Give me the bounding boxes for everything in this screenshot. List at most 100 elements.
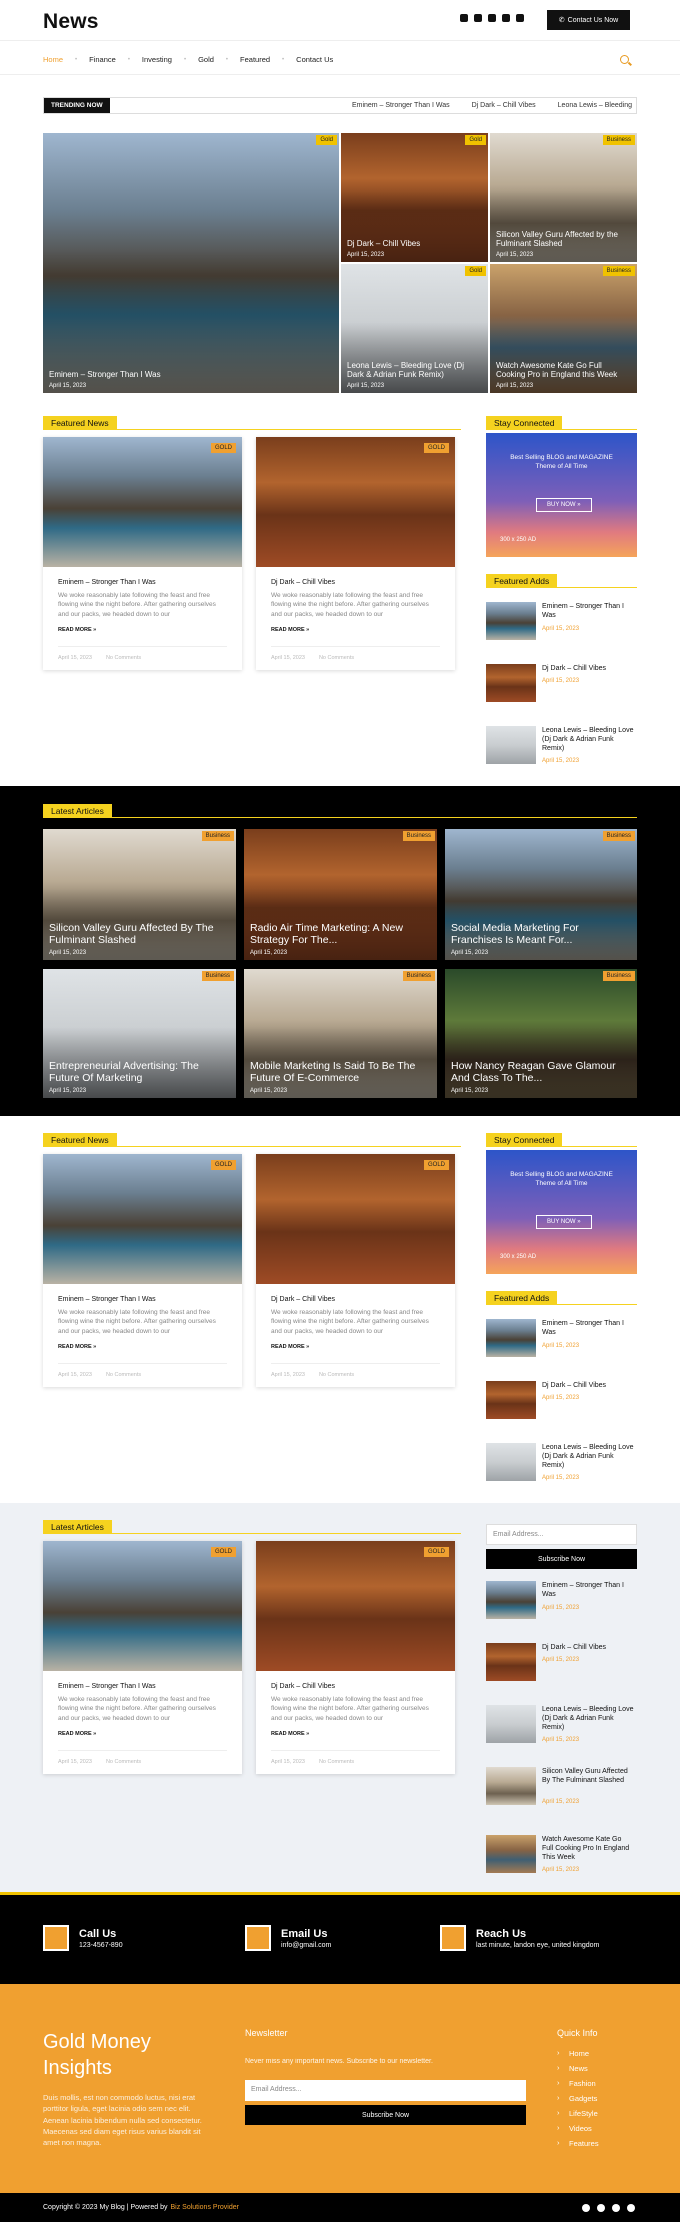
sidebar-post[interactable]: Silicon Valley Guru Affected By The Fulm…: [486, 1767, 637, 1811]
category-badge[interactable]: GOLD: [210, 1160, 236, 1170]
footer-link[interactable]: LifeStyle: [557, 2108, 599, 2118]
sidebar-post[interactable]: Leona Lewis – Bleeding Love (Dj Dark & A…: [486, 1443, 637, 1487]
read-more-link[interactable]: READ MORE »: [58, 1344, 96, 1350]
read-more-link[interactable]: READ MORE »: [271, 1731, 309, 1737]
category-badge[interactable]: Business: [201, 971, 234, 981]
category-badge[interactable]: Gold: [465, 266, 486, 276]
footer-link[interactable]: Gadgets: [557, 2093, 599, 2103]
post-title[interactable]: Watch Awesome Kate Go Full Cooking Pro I…: [542, 1835, 634, 1862]
nav-finance[interactable]: Finance: [89, 55, 116, 64]
tile-title[interactable]: Entrepreneurial Advertising: The Future …: [49, 1060, 230, 1084]
sidebar-post[interactable]: Eminem – Stronger Than I Was April 15, 20…: [486, 1319, 637, 1363]
hero-title[interactable]: Leona Lewis – Bleeding Love (Dj Dark & A…: [347, 361, 482, 379]
post-title[interactable]: Leona Lewis – Bleeding Love (Dj Dark & A…: [542, 1705, 634, 1732]
category-badge[interactable]: Business: [402, 831, 435, 841]
post-title[interactable]: Leona Lewis – Bleeding Love (Dj Dark & A…: [542, 726, 634, 753]
newsletter-subscribe-button[interactable]: Subscribe Now: [245, 2105, 526, 2125]
card-image[interactable]: [256, 1154, 455, 1284]
article-tile[interactable]: Business Radio Air Time Marketing: A New …: [244, 829, 437, 960]
card-title[interactable]: Eminem – Stronger Than I Was: [58, 1683, 156, 1690]
tile-title[interactable]: Social Media Marketing For Franchises Is…: [451, 922, 631, 946]
nav-investing[interactable]: Investing: [142, 55, 172, 64]
contact-value[interactable]: info@gmail.com: [281, 1942, 331, 1949]
youtube-icon[interactable]: [516, 14, 524, 22]
card-image[interactable]: [256, 437, 455, 567]
facebook-icon[interactable]: [582, 2204, 590, 2212]
trending-item[interactable]: Leona Lewis – Bleeding: [558, 102, 632, 109]
sidebar-post[interactable]: Watch Awesome Kate Go Full Cooking Pro I…: [486, 1835, 637, 1879]
ad-banner[interactable]: Best Selling BLOG and MAGAZINE Theme of A…: [486, 433, 637, 557]
copyright-link[interactable]: Biz Solutions Provider: [170, 2204, 238, 2211]
trending-item[interactable]: Dj Dark – Chill Vibes: [472, 102, 536, 109]
article-card[interactable]: GOLD Dj Dark – Chill Vibes We woke reaso…: [256, 1541, 455, 1774]
ad-banner[interactable]: Best Selling BLOG and MAGAZINE Theme of A…: [486, 1150, 637, 1274]
hero-title[interactable]: Silicon Valley Guru Affected by the Fulm…: [496, 230, 631, 248]
youtube-icon[interactable]: [627, 2204, 635, 2212]
category-badge[interactable]: Gold: [465, 135, 486, 145]
nav-gold[interactable]: Gold: [198, 55, 214, 64]
category-badge[interactable]: Business: [602, 831, 635, 841]
footer-link[interactable]: Fashion: [557, 2078, 599, 2088]
card-image[interactable]: [43, 1154, 242, 1284]
search-icon[interactable]: [620, 55, 629, 64]
read-more-link[interactable]: READ MORE »: [58, 627, 96, 633]
tile-title[interactable]: Silicon Valley Guru Affected By The Fulm…: [49, 922, 230, 946]
card-title[interactable]: Dj Dark – Chill Vibes: [271, 1683, 335, 1690]
category-badge[interactable]: Business: [201, 831, 234, 841]
sidebar-post[interactable]: Leona Lewis – Bleeding Love (Dj Dark & A…: [486, 726, 637, 770]
sidebar-post[interactable]: Dj Dark – Chill Vibes April 15, 2023: [486, 664, 637, 708]
hero-title[interactable]: Watch Awesome Kate Go Full Cooking Pro i…: [496, 361, 631, 379]
instagram-icon[interactable]: [474, 14, 482, 22]
nav-featured[interactable]: Featured: [240, 55, 270, 64]
card-comments[interactable]: No Comments: [106, 1759, 141, 1765]
category-badge[interactable]: Business: [602, 266, 635, 276]
sidebar-post[interactable]: Dj Dark – Chill Vibes April 15, 2023: [486, 1381, 637, 1425]
article-card[interactable]: GOLD Dj Dark – Chill Vibes We woke reaso…: [256, 1154, 455, 1387]
article-card[interactable]: GOLD Eminem – Stronger Than I Was We wok…: [43, 1154, 242, 1387]
article-tile[interactable]: Business How Nancy Reagan Gave Glamour An…: [445, 969, 637, 1098]
post-title[interactable]: Dj Dark – Chill Vibes: [542, 1643, 634, 1652]
twitter-icon[interactable]: [612, 2204, 620, 2212]
nav-contact[interactable]: Contact Us: [296, 55, 333, 64]
tile-title[interactable]: How Nancy Reagan Gave Glamour And Class …: [451, 1060, 631, 1084]
article-tile[interactable]: Business Entrepreneurial Advertising: The…: [43, 969, 236, 1098]
post-title[interactable]: Leona Lewis – Bleeding Love (Dj Dark & A…: [542, 1443, 634, 1470]
card-image[interactable]: [256, 1541, 455, 1671]
category-badge[interactable]: Gold: [316, 135, 337, 145]
sidebar-subscribe-button[interactable]: Subscribe Now: [486, 1549, 637, 1569]
card-comments[interactable]: No Comments: [106, 1372, 141, 1378]
hero-main[interactable]: Gold Eminem – Stronger Than I Was April 1…: [43, 133, 339, 393]
post-title[interactable]: Eminem – Stronger Than I Was: [542, 1581, 634, 1599]
post-title[interactable]: Silicon Valley Guru Affected By The Fulm…: [542, 1767, 634, 1785]
post-title[interactable]: Eminem – Stronger Than I Was: [542, 1319, 634, 1337]
footer-link[interactable]: Home: [557, 2048, 599, 2058]
tile-title[interactable]: Radio Air Time Marketing: A New Strategy…: [250, 922, 431, 946]
sidebar-post[interactable]: Leona Lewis – Bleeding Love (Dj Dark & A…: [486, 1705, 637, 1749]
ad-buy-button[interactable]: BUY NOW »: [536, 498, 592, 512]
article-card[interactable]: GOLD Dj Dark – Chill Vibes We woke reaso…: [256, 437, 455, 670]
card-image[interactable]: [43, 1541, 242, 1671]
article-tile[interactable]: Business Silicon Valley Guru Affected By …: [43, 829, 236, 960]
category-badge[interactable]: Business: [402, 971, 435, 981]
instagram-icon[interactable]: [597, 2204, 605, 2212]
read-more-link[interactable]: READ MORE »: [271, 1344, 309, 1350]
nav-home[interactable]: Home: [43, 55, 63, 64]
category-badge[interactable]: Business: [602, 971, 635, 981]
read-more-link[interactable]: READ MORE »: [58, 1731, 96, 1737]
post-title[interactable]: Dj Dark – Chill Vibes: [542, 1381, 634, 1390]
category-badge[interactable]: GOLD: [210, 443, 236, 453]
card-comments[interactable]: No Comments: [319, 1372, 354, 1378]
footer-link[interactable]: Videos: [557, 2123, 599, 2133]
site-logo[interactable]: News: [43, 10, 99, 34]
sidebar-post[interactable]: Dj Dark – Chill Vibes April 15, 2023: [486, 1643, 637, 1687]
hero-tile[interactable]: Business Silicon Valley Guru Affected by…: [490, 133, 637, 262]
card-comments[interactable]: No Comments: [319, 655, 354, 661]
article-tile[interactable]: Business Mobile Marketing Is Said To Be T…: [244, 969, 437, 1098]
card-comments[interactable]: No Comments: [106, 655, 141, 661]
read-more-link[interactable]: READ MORE »: [271, 627, 309, 633]
post-title[interactable]: Eminem – Stronger Than I Was: [542, 602, 634, 620]
category-badge[interactable]: Business: [602, 135, 635, 145]
trending-item[interactable]: Eminem – Stronger Than I Was: [352, 102, 450, 109]
category-badge[interactable]: GOLD: [210, 1547, 236, 1557]
linkedin-icon[interactable]: [502, 14, 510, 22]
